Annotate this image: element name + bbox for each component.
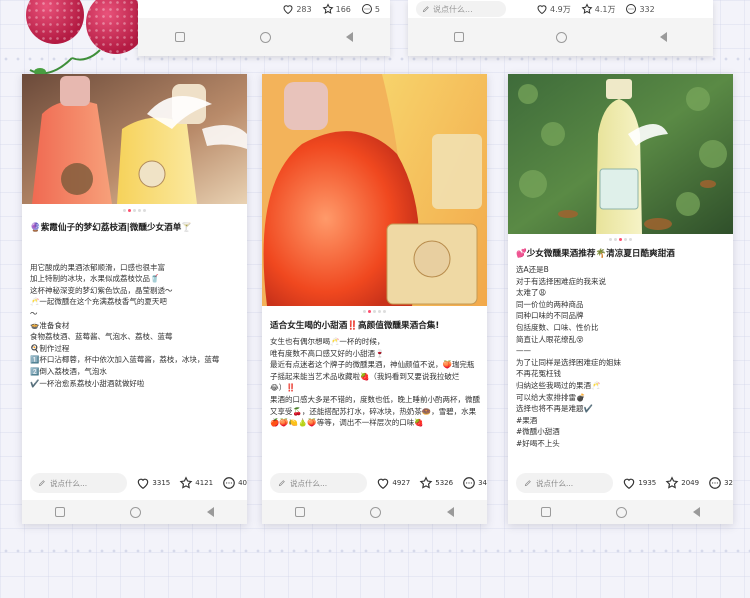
like-stat[interactable]: 4.9万 bbox=[536, 3, 571, 15]
pencil-icon bbox=[38, 480, 45, 487]
comment-icon bbox=[361, 4, 372, 14]
home-icon[interactable] bbox=[130, 506, 142, 518]
star-count: 4.1万 bbox=[594, 4, 616, 14]
heart-icon bbox=[283, 5, 293, 15]
like-stat[interactable]: 3315 bbox=[136, 476, 170, 490]
android-navbar bbox=[408, 18, 713, 56]
post-card-3: 💕少女微醺果酒推荐🌴清凉夏日酷爽甜酒 选A还是B 对于有选择困难症的我来说 太难… bbox=[508, 74, 733, 524]
comment-input[interactable]: 说点什么... bbox=[270, 473, 368, 493]
post-photo[interactable] bbox=[508, 74, 733, 234]
image-pager bbox=[262, 310, 487, 313]
post-title: 💕少女微醺果酒推荐🌴清凉夏日酷爽甜酒 bbox=[516, 249, 675, 259]
comment-input[interactable]: 说点什么... bbox=[416, 1, 506, 17]
like-count: 3315 bbox=[152, 479, 171, 487]
back-icon[interactable] bbox=[659, 32, 667, 42]
dotted-divider bbox=[0, 548, 750, 554]
like-count: 4.9万 bbox=[550, 4, 571, 14]
star-count: 2049 bbox=[681, 479, 700, 487]
post-action-bar: 说点什么... 4927 5326 34 bbox=[262, 470, 487, 496]
home-icon[interactable] bbox=[616, 506, 628, 518]
home-icon[interactable] bbox=[556, 31, 568, 43]
comment-icon bbox=[463, 477, 475, 489]
back-icon[interactable] bbox=[693, 507, 701, 517]
heart-icon bbox=[378, 478, 389, 489]
heart-icon bbox=[537, 5, 547, 15]
heart-icon bbox=[624, 478, 635, 489]
post-body: 女生也有偶尔想喝🥂一杯的时候， 唯有度数不高口感又好的小甜酒🍷 最近有点迷者这个… bbox=[270, 337, 480, 428]
post-card-2: 适合女生喝的小甜酒‼️高颜值微醺果酒合集! 女生也有偶尔想喝🥂一杯的时候， 唯有… bbox=[262, 74, 487, 524]
like-count: 283 bbox=[296, 4, 312, 14]
recent-apps-icon[interactable] bbox=[454, 32, 465, 42]
star-stat[interactable]: 5326 bbox=[419, 476, 453, 490]
comment-input[interactable]: 说点什么... bbox=[516, 473, 614, 493]
recent-apps-icon[interactable] bbox=[294, 507, 305, 517]
comment-placeholder: 说点什么... bbox=[433, 4, 473, 14]
comment-stat[interactable]: 32 bbox=[708, 476, 733, 490]
recent-apps-icon[interactable] bbox=[175, 32, 186, 42]
comment-icon bbox=[223, 477, 235, 489]
star-stat[interactable]: 166 bbox=[322, 3, 351, 15]
post-photo[interactable] bbox=[262, 74, 487, 306]
star-icon bbox=[179, 476, 193, 489]
comment-placeholder: 说点什么... bbox=[290, 478, 328, 488]
comment-placeholder: 说点什么... bbox=[50, 478, 88, 488]
comment-icon bbox=[626, 4, 637, 14]
comment-input[interactable]: 说点什么... bbox=[30, 473, 128, 493]
image-pager bbox=[508, 238, 733, 241]
like-stat[interactable]: 1935 bbox=[622, 476, 656, 490]
pencil-icon bbox=[278, 480, 285, 487]
star-stat[interactable]: 4121 bbox=[179, 476, 213, 490]
comment-count: 34 bbox=[478, 479, 487, 487]
back-icon[interactable] bbox=[447, 507, 455, 517]
like-count: 4927 bbox=[392, 479, 411, 487]
like-stat[interactable]: 4927 bbox=[376, 476, 410, 490]
comment-stat[interactable]: 5 bbox=[361, 3, 380, 15]
star-stat[interactable]: 4.1万 bbox=[581, 3, 616, 15]
recent-apps-icon[interactable] bbox=[54, 507, 65, 517]
star-icon bbox=[581, 3, 593, 14]
comment-icon bbox=[709, 477, 721, 489]
top-right-phone: 说点什么... 4.9万 4.1万 332 bbox=[408, 0, 713, 56]
star-count: 166 bbox=[335, 4, 351, 14]
heart-icon bbox=[138, 478, 149, 489]
comment-count: 332 bbox=[639, 4, 655, 14]
post-title: 适合女生喝的小甜酒‼️高颜值微醺果酒合集! bbox=[270, 321, 440, 331]
back-icon[interactable] bbox=[207, 507, 215, 517]
post-body: 选A还是B 对于有选择困难症的我来说 太难了😩 同一价位的两种商品 同种口味的不… bbox=[516, 265, 621, 448]
star-icon bbox=[665, 476, 679, 489]
like-count: 1935 bbox=[638, 479, 657, 487]
image-pager bbox=[22, 209, 247, 212]
back-icon[interactable] bbox=[345, 32, 353, 42]
star-count: 4121 bbox=[195, 479, 214, 487]
recent-apps-icon[interactable] bbox=[540, 507, 551, 517]
post-action-bar: 说点什么... 3315 4121 40 bbox=[22, 470, 247, 496]
android-navbar bbox=[262, 500, 487, 524]
pencil-icon bbox=[422, 6, 429, 13]
android-navbar bbox=[138, 18, 390, 56]
like-stat[interactable]: 283 bbox=[282, 3, 312, 15]
comment-count: 32 bbox=[724, 479, 733, 487]
comment-stat[interactable]: 40 bbox=[222, 476, 247, 490]
star-icon bbox=[322, 3, 334, 14]
top-left-phone: 283 166 5 bbox=[138, 0, 390, 56]
comment-count: 5 bbox=[374, 4, 380, 14]
post-title: 🔮紫霞仙子的梦幻荔枝酒|微醺少女酒单🍸 bbox=[30, 223, 193, 233]
comment-stat[interactable]: 332 bbox=[625, 3, 655, 15]
post-action-bar: 说点什么... 1935 2049 32 bbox=[508, 470, 733, 496]
post-photo[interactable] bbox=[22, 74, 247, 204]
post-card-1: 🔮紫霞仙子的梦幻荔枝酒|微醺少女酒单🍸 用它酸成的果酒浓郁顺滑，口感也很丰富 加… bbox=[22, 74, 247, 524]
pencil-icon bbox=[524, 480, 531, 487]
comment-count: 40 bbox=[238, 479, 247, 487]
comment-stat[interactable]: 34 bbox=[462, 476, 487, 490]
android-navbar bbox=[22, 500, 247, 524]
android-navbar bbox=[508, 500, 733, 524]
lychee-decoration bbox=[0, 0, 160, 80]
star-icon bbox=[419, 476, 433, 489]
star-stat[interactable]: 2049 bbox=[665, 476, 699, 490]
comment-placeholder: 说点什么... bbox=[536, 478, 574, 488]
star-count: 5326 bbox=[435, 479, 454, 487]
home-icon[interactable] bbox=[259, 31, 271, 43]
home-icon[interactable] bbox=[370, 506, 382, 518]
post-body: 用它酸成的果酒浓郁顺滑，口感也很丰富 加上特制的冰块，水果似成荔枝饮品🥤 这杯神… bbox=[30, 262, 220, 388]
